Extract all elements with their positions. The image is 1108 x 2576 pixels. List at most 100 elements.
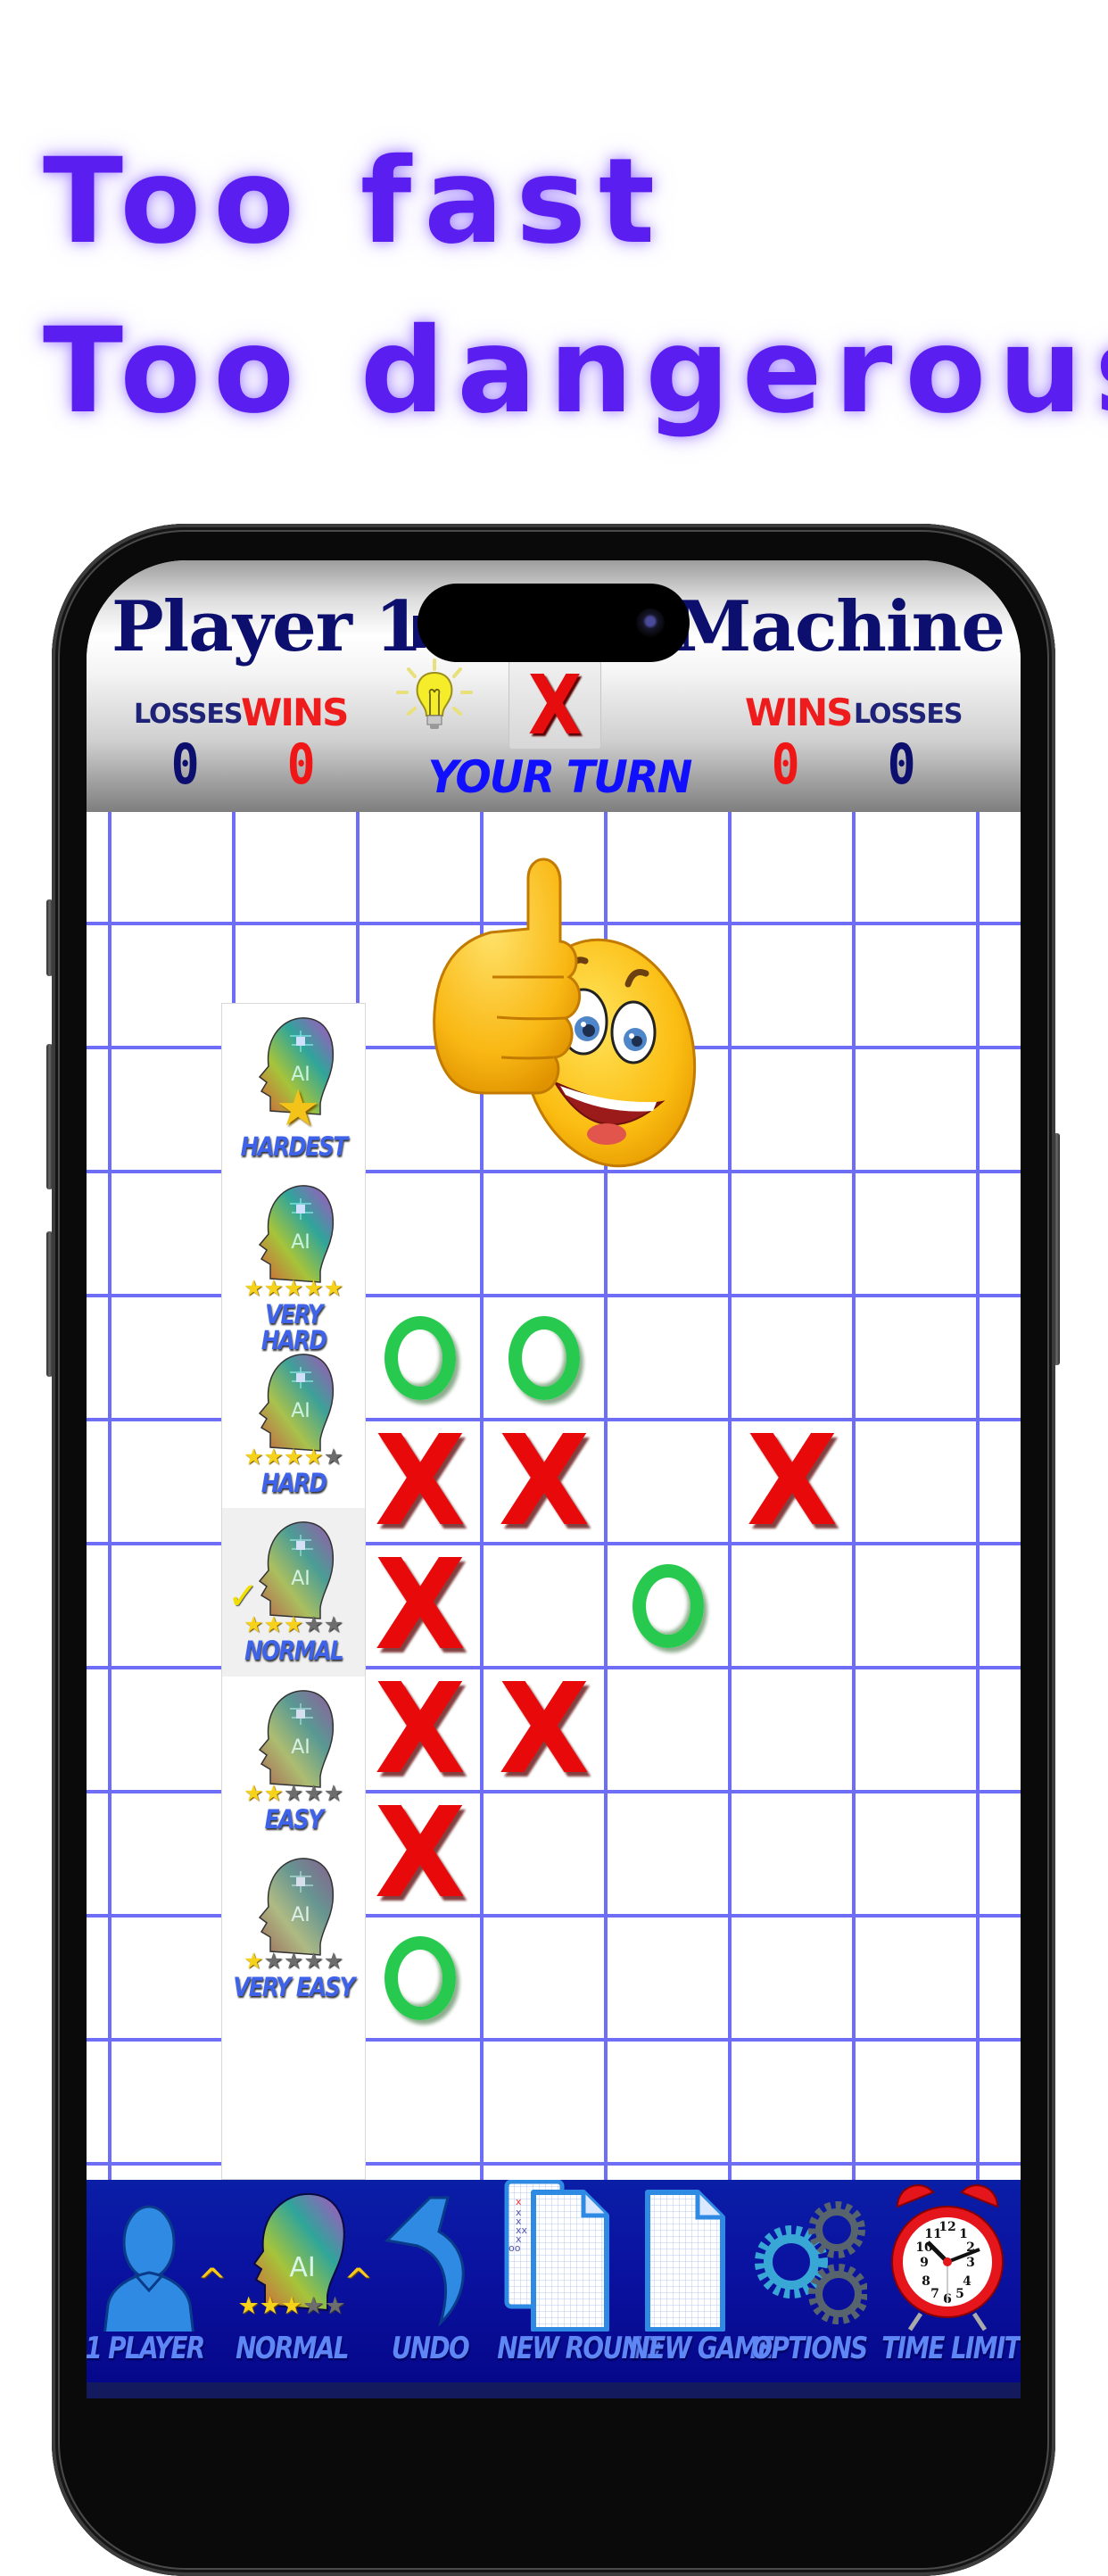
gears-icon [755,2201,867,2324]
difficulty-label: VERY EASY [233,1971,355,2002]
svg-text:7: 7 [930,2287,939,2301]
difficulty-option-hard[interactable]: AI ★ ★ ★ ★ ★ HARD [222,1340,365,1508]
difficulty-menu: AI ★ HARDEST AI ★ ★ ★ ★ ★ VERY HARD AI ★ ★ ★ ★ ★ HARD AI ★… [221,1003,366,2180]
new-game-icon [645,2190,725,2332]
time-limit-button[interactable]: 12369 1245 781011 TIME LIMIT [881,2180,1021,2382]
star-filled-icon: ★ [280,2292,303,2320]
bottom-toolbar: ^ 1 PLAYER AI ★ ★ ★ ★ ★ ^ NORMAL UNDO x … [87,2180,1021,2382]
new-round-icon: x x x xx x oo [504,2180,609,2332]
star-filled-icon: ★ [243,1779,264,1806]
difficulty-stars: ★ ★ ★ ★ ★ [231,1782,356,1804]
alarm-clock-icon: 12369 1245 781011 [891,2184,1004,2332]
toolbar-bottom-strip [87,2382,1021,2398]
toolbar-difficulty-stars: ★ ★ ★ ★ ★ [229,2294,354,2318]
player-mode-button[interactable]: ^ 1 PLAYER [87,2180,227,2382]
board-cell-x[interactable]: X [358,1419,482,1544]
difficulty-label: NORMAL [236,2331,349,2366]
caret-up-icon: ^ [343,2262,374,2303]
star-empty-icon: ★ [303,1779,324,1806]
star-empty-icon: ★ [283,1779,304,1806]
star-empty-icon: ★ [263,1947,284,1974]
board-cell-x[interactable]: X [482,1667,606,1792]
player1-wins-label: WINS [241,691,349,734]
difficulty-label: NORMAL [244,1636,343,1667]
star-filled-icon: ★ [303,1443,324,1470]
svg-text:AI: AI [289,2252,315,2283]
svg-text:11: 11 [924,2227,941,2241]
board-cell-o[interactable] [482,1296,606,1420]
star-filled-icon: ★ [283,1275,304,1302]
star-filled-icon: ★ [323,1275,344,1302]
svg-text:AI: AI [291,1231,310,1254]
o-mark [508,1315,580,1400]
svg-text:1: 1 [959,2227,968,2241]
board-cell-o[interactable] [606,1544,730,1668]
current-turn-indicator: X [509,660,601,750]
svg-text:9: 9 [920,2256,929,2270]
svg-text:3: 3 [966,2256,975,2270]
board-cell-o[interactable] [358,1296,482,1420]
undo-arrow-icon [384,2196,465,2327]
undo-label: UNDO [391,2331,470,2366]
board-cell-x[interactable]: X [482,1419,606,1544]
difficulty-option-very-hard[interactable]: AI ★ ★ ★ ★ ★ VERY HARD [222,1172,365,1354]
ai-head-icon: AI [258,1858,335,1956]
undo-button[interactable]: UNDO [376,2180,484,2382]
difficulty-label: HARD [260,1467,327,1498]
player2-wins-label: WINS [745,691,853,734]
checkmark-icon: ✓ [227,1574,260,1619]
svg-text:5: 5 [955,2287,964,2301]
player2-losses-label: LOSSES [854,699,963,730]
star-filled-icon: ★ [263,1779,284,1806]
new-round-button[interactable]: x x x xx x oo NEW ROUND [497,2180,661,2382]
star-filled-icon: ★ [303,1275,324,1302]
star-filled-icon: ★ [283,1611,304,1638]
new-game-button[interactable]: NEW GAME [630,2180,774,2382]
options-button[interactable]: OPTIONS [751,2180,868,2382]
player2-wins-count: 0 [771,732,800,797]
star-empty-icon: ★ [323,1443,344,1470]
svg-text:8: 8 [922,2274,930,2289]
board-cell-x[interactable]: X [358,1656,482,1802]
time-limit-label: TIME LIMIT [881,2331,1021,2366]
difficulty-label: HARDEST [240,1131,348,1162]
star-empty-icon: ★ [324,2292,346,2320]
dynamic-island [418,584,690,662]
turn-status: YOUR TURN [427,751,693,803]
ai-head-icon: AI [258,1185,335,1284]
star-empty-icon: ★ [303,1947,324,1974]
difficulty-option-normal[interactable]: AI ★ ★ ★ ★ ★ ✓ NORMAL [222,1508,365,1677]
star-filled-icon: ★ [263,1611,284,1638]
svg-text:AI: AI [291,1400,310,1422]
x-mark: X [374,1656,466,1802]
star-empty-icon: ★ [303,1611,324,1638]
difficulty-label: EASY [264,1803,324,1835]
game-board[interactable]: XXXXXXXXAI★HARDESTAI★★★★★VERY HARDAI★★★★… [87,812,1021,2180]
difficulty-option-hardest[interactable]: AI ★ HARDEST [222,1004,365,1172]
options-label: OPTIONS [751,2331,868,2366]
hardest-star-icon: ★ [276,1080,321,1138]
board-cell-x[interactable]: X [358,1780,482,1926]
star-filled-icon: ★ [243,1947,264,1974]
board-cell-x[interactable]: X [730,1419,854,1544]
star-filled-icon: ★ [283,1443,304,1470]
star-filled-icon: ★ [237,2292,260,2320]
x-mark: X [374,1780,466,1926]
svg-text:oo: oo [509,2242,521,2254]
difficulty-stars: ★ ★ ★ ★ ★ [231,1277,356,1299]
player1-wins-count: 0 [286,732,316,797]
difficulty-option-very-easy[interactable]: AI ★ ★ ★ ★ ★ VERY EASY [222,1844,365,2012]
player1-name: Player 1 [112,586,423,667]
grid-line-vertical [976,812,980,2180]
difficulty-stars: ★ ★ ★ ★ ★ [231,1445,356,1468]
ai-head-icon: AI [258,1689,335,1788]
board-cell-o[interactable] [358,1916,482,2040]
lightbulb-icon[interactable] [394,658,475,739]
front-camera-icon [636,609,665,637]
difficulty-button[interactable]: AI ★ ★ ★ ★ ★ ^ NORMAL [229,2180,374,2382]
caret-up-icon: ^ [197,2262,227,2303]
board-cell-x[interactable]: X [358,1543,482,1668]
difficulty-option-easy[interactable]: AI ★ ★ ★ ★ ★ EASY [222,1677,365,1844]
thumbs-up-smiley-icon [433,857,697,1168]
svg-text:AI: AI [291,1904,310,1926]
